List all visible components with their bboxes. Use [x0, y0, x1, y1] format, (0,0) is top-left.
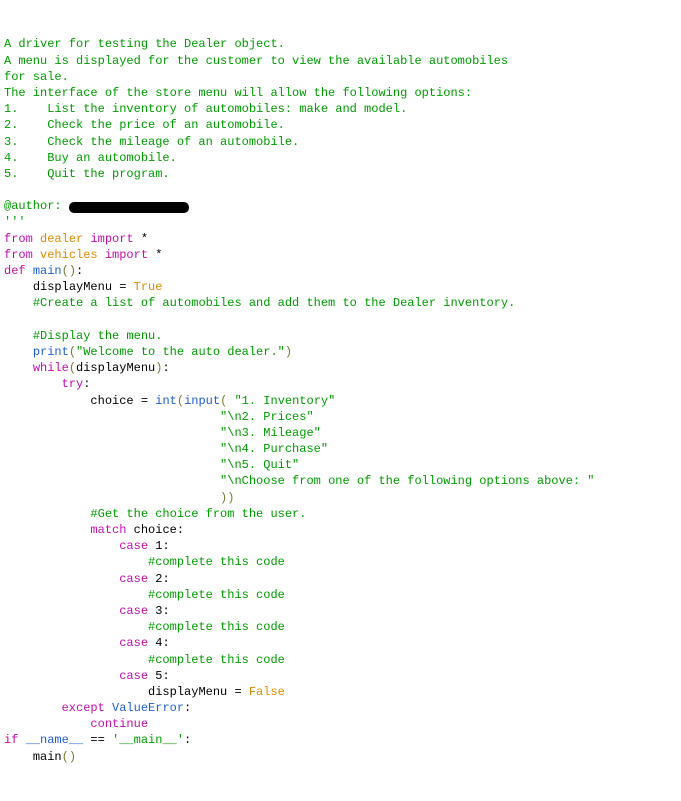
close-paren: )	[285, 345, 292, 359]
eq: =	[112, 280, 134, 294]
colon: :	[162, 361, 169, 375]
var-displayMenu: displayMenu	[76, 361, 155, 375]
colon: :	[184, 701, 191, 715]
num-5: 5	[155, 669, 162, 683]
call-input: input	[184, 394, 220, 408]
redacted-author	[69, 202, 189, 213]
star: *	[155, 248, 162, 262]
kw-case: case	[119, 669, 148, 683]
colon: :	[162, 669, 169, 683]
dunder-name: __name__	[26, 733, 84, 747]
open-paren: (	[69, 345, 76, 359]
colon: :	[83, 377, 90, 391]
var-displayMenu: displayMenu	[148, 685, 227, 699]
call-print: print	[33, 345, 69, 359]
colon: :	[162, 539, 169, 553]
colon: :	[76, 264, 83, 278]
kw-import: import	[90, 232, 133, 246]
colon: :	[162, 572, 169, 586]
kw-def: def	[4, 264, 26, 278]
module-dealer: dealer	[40, 232, 83, 246]
colon: :	[177, 523, 184, 537]
kw-continue: continue	[90, 717, 148, 731]
eqeq: ==	[83, 733, 112, 747]
author-label: @author:	[4, 199, 69, 213]
str-opt1: "1. Inventory"	[234, 394, 335, 408]
docstring-line: 5. Quit the program.	[4, 167, 170, 181]
kw-if: if	[4, 733, 18, 747]
str-dunder-main: '__main__'	[112, 733, 184, 747]
star: *	[141, 232, 148, 246]
comment-get-choice: #Get the choice from the user.	[90, 507, 306, 521]
call-main: main	[33, 750, 62, 764]
open-paren: (	[69, 361, 76, 375]
kw-case: case	[119, 539, 148, 553]
docstring-line: The interface of the store menu will all…	[4, 86, 472, 100]
const-true: True	[134, 280, 163, 294]
const-false: False	[249, 685, 285, 699]
kw-except: except	[62, 701, 105, 715]
comment-create-list: #Create a list of automobiles and add th…	[33, 296, 515, 310]
kw-while: while	[33, 361, 69, 375]
docstring-line: for sale.	[4, 70, 69, 84]
docstring-line: A menu is displayed for the customer to …	[4, 54, 508, 68]
str-welcome: "Welcome to the auto dealer."	[76, 345, 285, 359]
var-choice: choice	[90, 394, 133, 408]
comment-complete: #complete this code	[148, 588, 285, 602]
module-vehicles: vehicles	[40, 248, 98, 262]
open-paren: (	[220, 394, 227, 408]
str-opt6: "\nChoose from one of the following opti…	[220, 474, 594, 488]
docstring-line: 2. Check the price of an automobile.	[4, 118, 285, 132]
close-parens: ))	[220, 491, 234, 505]
str-opt3: "\n3. Mileage"	[220, 426, 321, 440]
kw-match: match	[90, 523, 126, 537]
parens: ()	[62, 750, 76, 764]
colon: :	[162, 636, 169, 650]
var-displayMenu: displayMenu	[33, 280, 112, 294]
colon: :	[162, 604, 169, 618]
docstring-line: 4. Buy an automobile.	[4, 151, 177, 165]
str-opt5: "\n5. Quit"	[220, 458, 299, 472]
eq: =	[134, 394, 156, 408]
str-opt4: "\n4. Purchase"	[220, 442, 328, 456]
open-paren: (	[177, 394, 184, 408]
kw-case: case	[119, 572, 148, 586]
func-main: main	[33, 264, 62, 278]
comment-complete: #complete this code	[148, 555, 285, 569]
kw-from: from	[4, 248, 33, 262]
parens: ()	[62, 264, 76, 278]
kw-import: import	[105, 248, 148, 262]
str-opt2: "\n2. Prices"	[220, 410, 314, 424]
var-choice: choice	[134, 523, 177, 537]
comment-complete: #complete this code	[148, 620, 285, 634]
kw-case: case	[119, 604, 148, 618]
docstring-line: 3. Check the mileage of an automobile.	[4, 135, 299, 149]
comment-complete: #complete this code	[148, 653, 285, 667]
eq: =	[227, 685, 249, 699]
triple-quote: '''	[4, 215, 26, 229]
docstring-line: A driver for testing the Dealer object.	[4, 37, 285, 51]
kw-try: try	[62, 377, 84, 391]
call-int: int	[155, 394, 177, 408]
comment-display-menu: #Display the menu.	[33, 329, 163, 343]
docstring-line: 1. List the inventory of automobiles: ma…	[4, 102, 407, 116]
kw-from: from	[4, 232, 33, 246]
kw-case: case	[119, 636, 148, 650]
exc-valueerror: ValueError	[112, 701, 184, 715]
code-block: A driver for testing the Dealer object. …	[4, 37, 595, 763]
num-4: 4	[155, 636, 162, 650]
colon: :	[184, 733, 191, 747]
